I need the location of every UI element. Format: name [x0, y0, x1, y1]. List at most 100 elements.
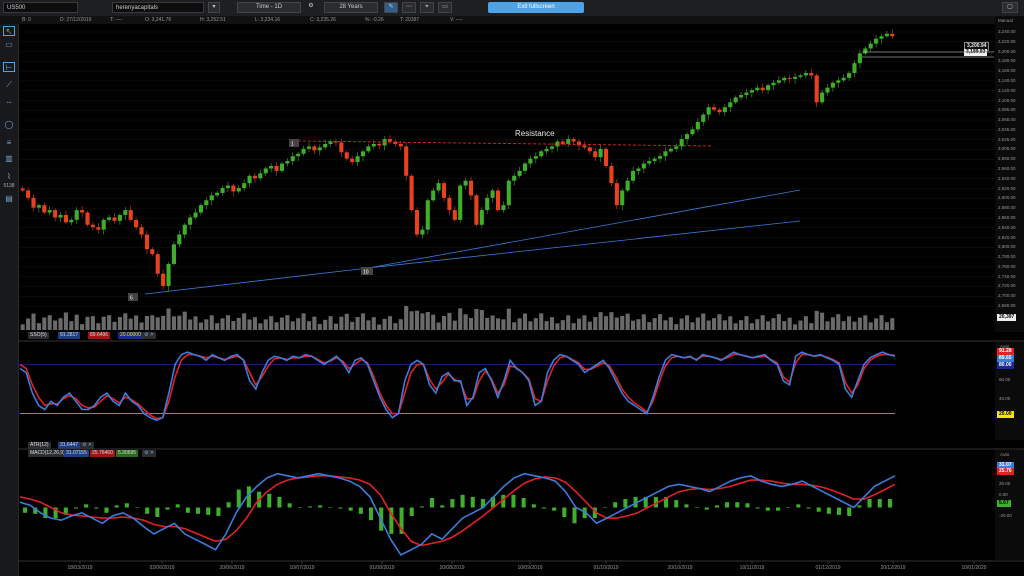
volume-bar — [744, 316, 749, 330]
candle-body — [355, 156, 360, 163]
x-axis-label: 10/09/2019 — [517, 565, 542, 571]
macd-hist-bar — [348, 507, 353, 511]
candle-body — [225, 185, 230, 189]
volume-bar — [107, 315, 112, 330]
candle-body — [155, 254, 160, 274]
volume-bar — [377, 324, 382, 330]
candle-body — [274, 166, 279, 171]
candle-body — [371, 143, 376, 147]
macd-hist-bar — [124, 503, 129, 508]
volume-bar — [728, 316, 733, 330]
candle-body — [766, 85, 771, 91]
candle-body — [630, 170, 636, 181]
price-chart[interactable]: Resistance 6 10 1 18/03/2019 02/06/2019 20… — [0, 0, 1024, 576]
low-6-label: 6 — [130, 296, 133, 302]
trendline-3 — [367, 220, 801, 269]
volume-bar — [506, 308, 511, 330]
x-axis-label: 10/01/2020 — [961, 565, 986, 571]
volume-bar — [501, 319, 506, 330]
volume-bar — [177, 315, 182, 330]
macd-hist-bar — [440, 505, 445, 508]
candle-body — [360, 151, 366, 157]
candle-body — [647, 161, 652, 164]
volume-bar — [787, 317, 792, 330]
candle-body — [377, 143, 382, 146]
candle-body — [668, 148, 673, 152]
candle-body — [398, 143, 403, 147]
volume-bar — [836, 314, 841, 330]
volume-bar — [166, 308, 171, 330]
candle-body — [42, 205, 47, 213]
macd-hist-bar — [216, 507, 221, 516]
candle-body — [463, 180, 468, 186]
candle-body — [387, 139, 393, 142]
macd-hist-bar — [531, 504, 536, 508]
macd-hist-bar — [145, 507, 150, 514]
macd-hist-bar — [307, 506, 313, 508]
volume-bar — [404, 306, 409, 330]
macd-hist-bar — [826, 507, 831, 514]
candle-body — [868, 43, 873, 49]
macd-hist-bar — [185, 507, 190, 513]
volume-bar — [112, 321, 117, 330]
volume-bar — [793, 324, 798, 330]
volume-bar — [825, 321, 830, 330]
volume-bar — [706, 320, 711, 330]
volume-bar — [155, 317, 160, 330]
volume-bar — [85, 316, 90, 330]
candle-body — [123, 210, 128, 215]
volume-bar — [609, 312, 614, 330]
candle-body — [793, 76, 798, 79]
macd-hist-bar — [73, 507, 78, 509]
candle-body — [814, 75, 819, 103]
macd-hist-bar — [613, 502, 618, 508]
candle-body — [63, 214, 68, 223]
volume-bar — [620, 316, 625, 330]
candle-body — [809, 72, 814, 76]
volume-bar — [306, 321, 312, 330]
volume-bar — [868, 322, 873, 330]
volume-bar — [42, 317, 47, 330]
candle-body — [706, 107, 711, 115]
macd-hist-bar — [725, 502, 730, 508]
candle-body — [328, 141, 333, 144]
candle-body — [193, 212, 198, 218]
volume-bar — [20, 324, 25, 330]
macd-hist-bar — [94, 507, 99, 509]
candle-body — [879, 36, 884, 39]
candle-body — [144, 234, 149, 250]
candle-body — [252, 175, 258, 179]
volume-bar — [436, 322, 441, 330]
x-axis-label: 20/06/2019 — [219, 565, 244, 571]
candle-body — [263, 168, 268, 174]
candle-body — [717, 109, 722, 113]
volume-bar — [258, 323, 263, 330]
volume-bar — [712, 318, 717, 330]
volume-bar — [317, 324, 322, 330]
macd-hist-bar — [368, 507, 374, 521]
volume-bar — [490, 315, 495, 330]
candle-body — [701, 114, 706, 122]
volume-bar — [425, 312, 430, 330]
candle-body — [285, 161, 290, 164]
macd-hist-bar — [196, 507, 201, 514]
candle-body — [506, 180, 511, 206]
x-axis-label: 10/11/2019 — [740, 565, 765, 571]
macd-hist-bar — [847, 507, 852, 516]
candle-body — [598, 148, 603, 158]
candle-body — [134, 219, 139, 228]
candle-body — [323, 143, 328, 148]
volume-bar — [193, 316, 198, 330]
candle-body — [884, 33, 889, 37]
candle-body — [420, 229, 425, 235]
volume-bar — [636, 319, 641, 330]
trendline-1 — [144, 267, 369, 295]
macd-hist-bar — [877, 499, 882, 508]
volume-bar — [220, 318, 225, 330]
macd-hist-bar — [277, 496, 282, 508]
macd-hist-bar — [816, 507, 821, 512]
candle-body — [544, 148, 549, 152]
volume-bar — [528, 321, 533, 330]
macd-hist-bar — [572, 507, 577, 524]
macd-hist-bar — [287, 503, 292, 508]
